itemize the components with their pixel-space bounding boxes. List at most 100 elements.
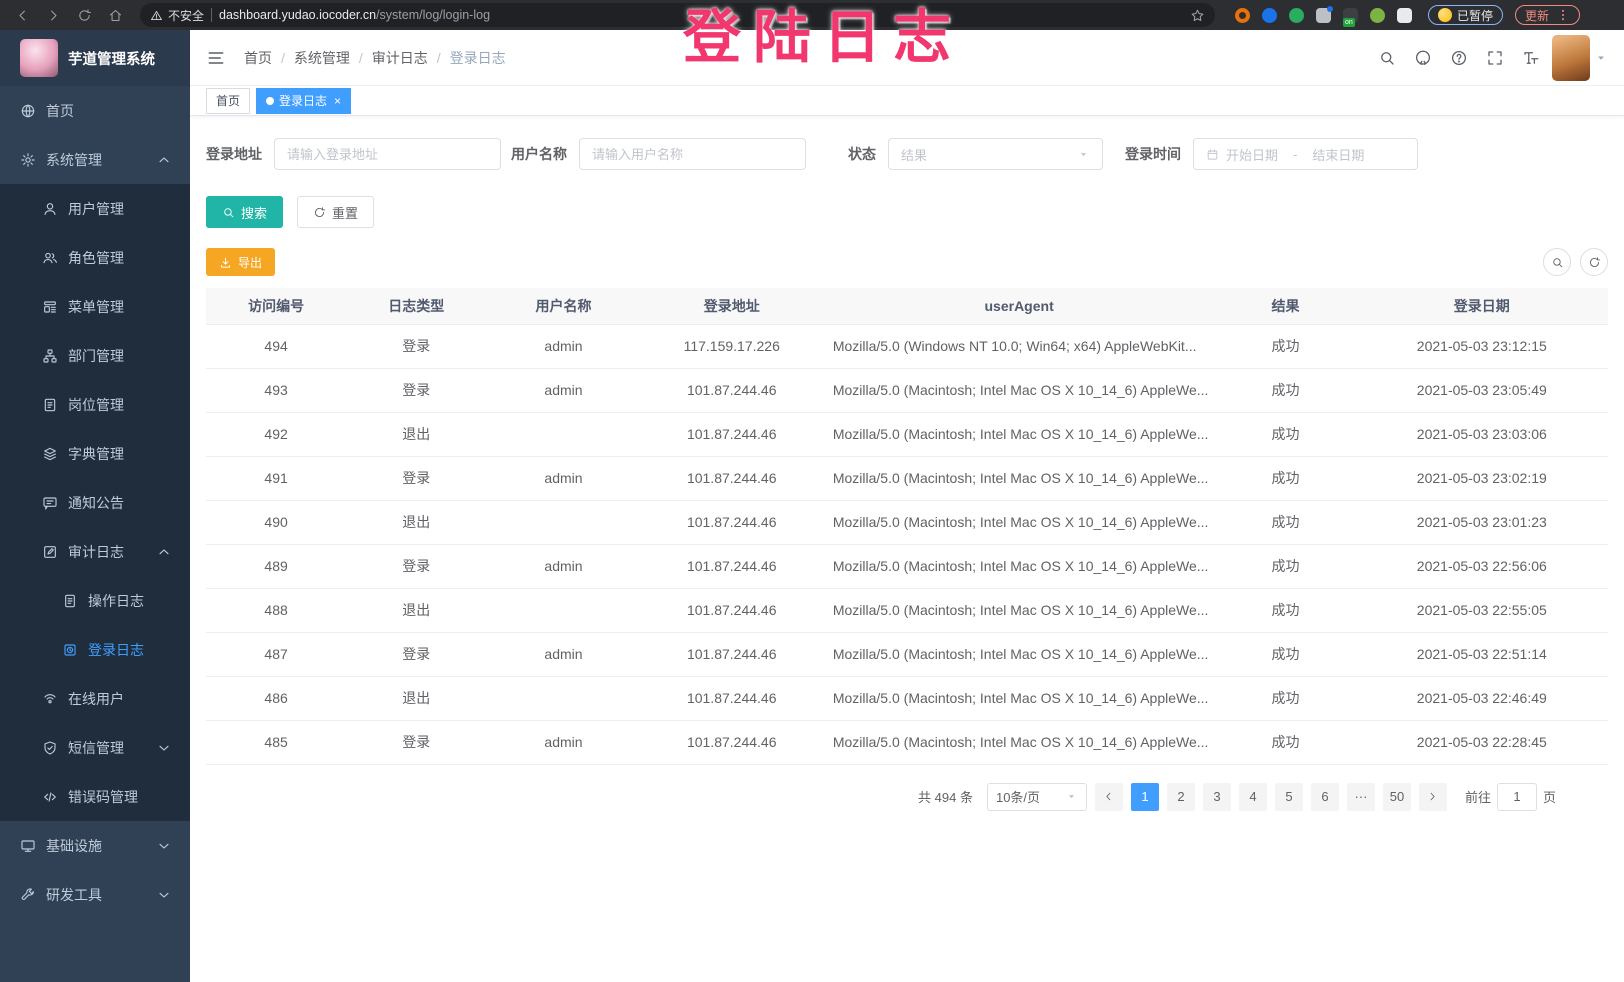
sidebar-item-3[interactable]: 角色管理 [0,233,190,282]
chevron-down-icon [156,887,172,903]
login-address-label: 登录地址 [206,144,262,164]
page-button-5[interactable]: 5 [1275,783,1303,811]
filter-login-time: 登录时间 开始日期 - 结束日期 [1125,138,1418,170]
page-button-2[interactable]: 2 [1167,783,1195,811]
cell: 101.87.244.46 [641,456,823,500]
tab-1-active[interactable]: 登录日志× [256,88,351,114]
column-header-5: 结果 [1215,288,1355,324]
sidebar-item-0[interactable]: 首页 [0,86,190,135]
login-address-input[interactable] [274,138,501,170]
sidebar-item-5[interactable]: 部门管理 [0,331,190,380]
prev-page-button[interactable] [1095,783,1123,811]
export-button[interactable]: 导出 [206,248,275,276]
puzzle-extension-icon[interactable] [1397,8,1412,23]
bookmark-star-icon[interactable] [1190,8,1205,23]
cell [486,500,640,544]
top-navbar: 首页/系统管理/审计日志/登录日志 [190,30,1624,86]
sidebar-item-6[interactable]: 岗位管理 [0,380,190,429]
sidebar-item-13[interactable]: 短信管理 [0,723,190,772]
list-on-badge-extension-icon[interactable]: on [1343,8,1358,23]
sidebar-item-8[interactable]: 通知公告 [0,478,190,527]
page-button-1[interactable]: 1 [1131,783,1159,811]
browser-update-button[interactable]: 更新 [1515,5,1580,25]
browser-forward-icon[interactable] [41,8,66,23]
help-icon[interactable] [1446,45,1472,71]
update-label: 更新 [1525,7,1549,24]
blue-gem-extension-icon[interactable] [1262,8,1277,23]
sidebar-item-2[interactable]: 用户管理 [0,184,190,233]
table-row: 493登录admin101.87.244.46Mozilla/5.0 (Maci… [206,368,1608,412]
grid-blue-dot-extension-icon[interactable] [1316,8,1331,23]
fullscreen-icon[interactable] [1482,45,1508,71]
breadcrumb-item-0[interactable]: 首页 [244,48,272,68]
search-button[interactable]: 搜索 [206,196,283,228]
profile-paused-badge[interactable]: 已暂停 [1428,5,1503,25]
sidebar-item-14[interactable]: 错误码管理 [0,772,190,821]
cell: 101.87.244.46 [641,588,823,632]
app-logo[interactable]: 芋道管理系统 [0,30,190,86]
tab-close-icon[interactable]: × [334,94,341,108]
green-circle-extension-icon[interactable] [1289,8,1304,23]
green-leaf-extension-icon[interactable] [1370,8,1385,23]
page-button-50[interactable]: 50 [1383,783,1411,811]
sidebar-item-label: 短信管理 [68,738,124,758]
sidebar-item-4[interactable]: 菜单管理 [0,282,190,331]
tab-label: 首页 [216,92,240,109]
notification-dot [1327,6,1333,12]
username-label: 用户名称 [511,144,567,164]
search-icon[interactable] [1374,45,1400,71]
breadcrumb-separator: / [437,50,441,66]
username-field[interactable] [592,147,793,162]
sidebar-item-15[interactable]: 基础设施 [0,821,190,870]
sidebar-item-11-active[interactable]: 登录日志 [0,625,190,674]
cell: 2021-05-03 23:03:06 [1356,412,1608,456]
date-range-picker[interactable]: 开始日期 - 结束日期 [1193,138,1418,170]
page-button-4[interactable]: 4 [1239,783,1267,811]
breadcrumb-item-2[interactable]: 审计日志 [372,48,428,68]
sidebar-item-label: 首页 [46,101,74,121]
sidebar-item-16[interactable]: 研发工具 [0,870,190,919]
browser-menu-icon[interactable] [1554,8,1570,22]
column-header-6: 登录日期 [1356,288,1608,324]
goto-page-input[interactable] [1497,783,1537,811]
cell: Mozilla/5.0 (Macintosh; Intel Mac OS X 1… [823,544,1216,588]
page-ellipsis[interactable]: ··· [1347,783,1375,811]
github-icon[interactable] [1410,45,1436,71]
table-row: 488退出101.87.244.46Mozilla/5.0 (Macintosh… [206,588,1608,632]
login-address-field[interactable] [287,147,488,162]
sidebar-item-10[interactable]: 操作日志 [0,576,190,625]
reset-button[interactable]: 重置 [297,196,374,228]
breadcrumb-item-3: 登录日志 [450,48,506,68]
browser-reload-icon[interactable] [72,8,97,23]
browser-back-icon[interactable] [10,8,35,23]
cell: 登录 [346,720,486,764]
username-input[interactable] [579,138,806,170]
user-menu-caret-icon[interactable] [1594,51,1608,65]
page-button-3[interactable]: 3 [1203,783,1231,811]
sidebar-item-7[interactable]: 字典管理 [0,429,190,478]
status-select[interactable]: 结果 [888,138,1103,170]
cell: 成功 [1215,544,1355,588]
page-button-6[interactable]: 6 [1311,783,1339,811]
cell: 成功 [1215,412,1355,456]
toggle-search-button[interactable] [1543,248,1571,276]
url-bar[interactable]: 不安全 dashboard.yudao.iocoder.cn/system/lo… [140,3,1215,27]
sidebar-collapse-icon[interactable] [206,48,226,68]
security-warning[interactable]: 不安全 [150,7,204,24]
sidebar-item-9[interactable]: 审计日志 [0,527,190,576]
goto-page: 前往 页 [1465,783,1556,811]
tab-0[interactable]: 首页 [206,88,250,114]
font-size-icon[interactable] [1518,45,1544,71]
cell: Mozilla/5.0 (Macintosh; Intel Mac OS X 1… [823,720,1216,764]
next-page-button[interactable] [1419,783,1447,811]
orange-ring-extension-icon[interactable] [1235,8,1250,23]
sidebar-item-12[interactable]: 在线用户 [0,674,190,723]
browser-home-icon[interactable] [103,8,128,23]
sidebar-item-1[interactable]: 系统管理 [0,135,190,184]
user-avatar[interactable] [1552,35,1590,81]
page-size-select[interactable]: 10条/页 [987,783,1087,811]
refresh-table-button[interactable] [1580,248,1608,276]
post-icon [42,397,58,413]
breadcrumb-item-1[interactable]: 系统管理 [294,48,350,68]
url-domain: dashboard.yudao.iocoder.cn [219,8,376,22]
